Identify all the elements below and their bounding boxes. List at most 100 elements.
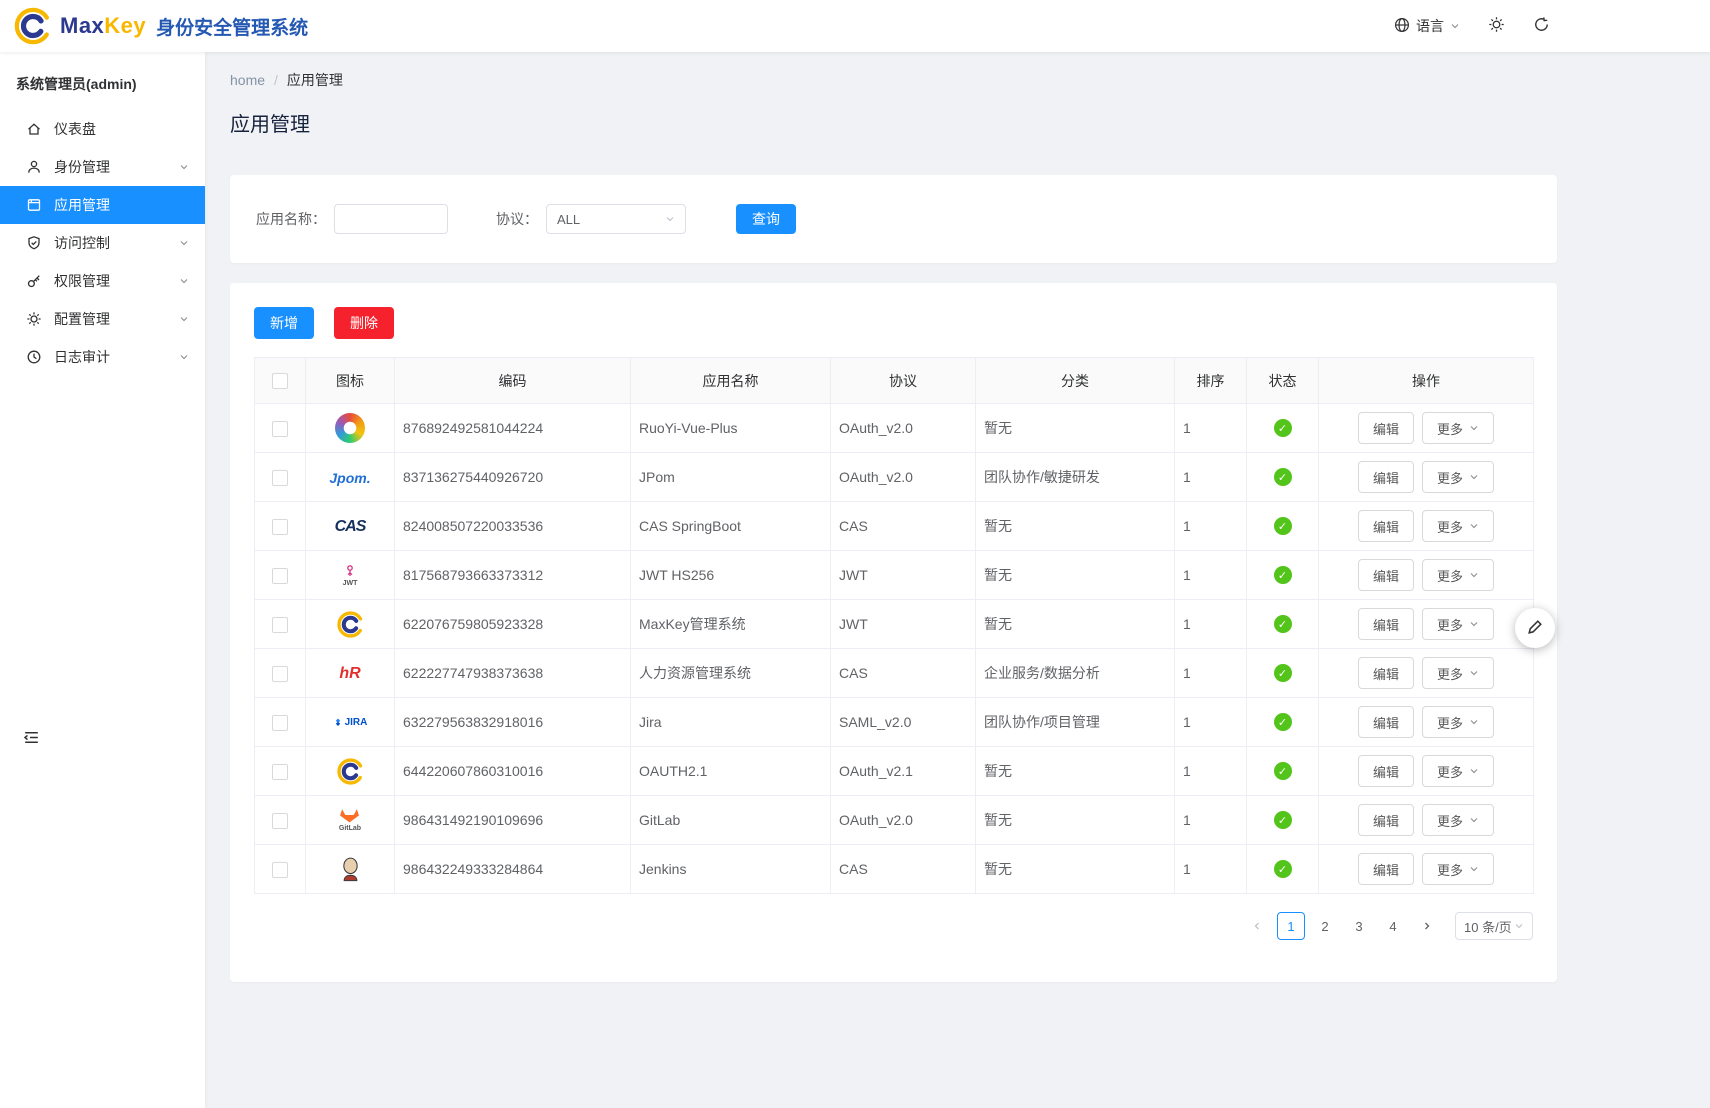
cell-actions: 编辑更多 bbox=[1319, 600, 1534, 649]
page-title: 应用管理 bbox=[230, 108, 1557, 137]
edit-button[interactable]: 编辑 bbox=[1358, 461, 1414, 493]
brand-name-max: Max bbox=[60, 13, 104, 39]
breadcrumb-home-link[interactable]: home bbox=[230, 72, 265, 88]
more-button[interactable]: 更多 bbox=[1422, 755, 1494, 787]
column-header-protocol: 协议 bbox=[831, 358, 976, 404]
sidebar-item-label: 身份管理 bbox=[54, 157, 179, 177]
cell-code: 986432249333284864 bbox=[395, 845, 631, 894]
cell-sort: 1 bbox=[1175, 649, 1247, 698]
cell-category: 暂无 bbox=[976, 404, 1175, 453]
more-button[interactable]: 更多 bbox=[1422, 804, 1494, 836]
more-button[interactable]: 更多 bbox=[1422, 412, 1494, 444]
access-control-icon bbox=[26, 235, 42, 251]
row-checkbox[interactable] bbox=[272, 715, 288, 731]
more-button[interactable]: 更多 bbox=[1422, 608, 1494, 640]
cell-icon: GitLab bbox=[306, 796, 395, 845]
chevron-down-icon bbox=[1450, 21, 1460, 31]
breadcrumb-separator: / bbox=[274, 72, 278, 88]
next-page-button[interactable] bbox=[1413, 912, 1441, 940]
sidebar-collapse-button[interactable] bbox=[22, 728, 41, 750]
sidebar-item-apps[interactable]: 应用管理 bbox=[0, 186, 205, 224]
row-checkbox[interactable] bbox=[272, 764, 288, 780]
delete-button[interactable]: 删除 bbox=[334, 307, 394, 339]
edit-button[interactable]: 编辑 bbox=[1358, 853, 1414, 885]
jwt-logo-icon: JWT bbox=[343, 564, 358, 587]
sidebar-item-config[interactable]: 配置管理 bbox=[0, 300, 205, 338]
edit-button[interactable]: 编辑 bbox=[1358, 755, 1414, 787]
page-size-select[interactable]: 10 条/页 bbox=[1455, 912, 1533, 940]
cell-actions: 编辑更多 bbox=[1319, 551, 1534, 600]
chevron-down-icon bbox=[1469, 423, 1479, 433]
logout-button[interactable] bbox=[1533, 16, 1550, 36]
brand[interactable]: MaxKey 身份安全管理系统 bbox=[14, 7, 308, 45]
row-checkbox[interactable] bbox=[272, 813, 288, 829]
sidebar-footer bbox=[22, 728, 41, 750]
more-button[interactable]: 更多 bbox=[1422, 706, 1494, 738]
row-checkbox[interactable] bbox=[272, 862, 288, 878]
more-button[interactable]: 更多 bbox=[1422, 559, 1494, 591]
more-button[interactable]: 更多 bbox=[1422, 510, 1494, 542]
chevron-down-icon bbox=[179, 276, 189, 286]
cell-category: 暂无 bbox=[976, 845, 1175, 894]
page-number-button[interactable]: 1 bbox=[1277, 912, 1305, 940]
chevron-down-icon bbox=[665, 214, 675, 224]
more-button[interactable]: 更多 bbox=[1422, 657, 1494, 689]
table-toolbar: 新增 删除 bbox=[254, 307, 1533, 339]
cell-actions: 编辑更多 bbox=[1319, 453, 1534, 502]
more-button[interactable]: 更多 bbox=[1422, 853, 1494, 885]
more-button[interactable]: 更多 bbox=[1422, 461, 1494, 493]
sidebar-item-identity[interactable]: 身份管理 bbox=[0, 148, 205, 186]
sidebar-item-permission[interactable]: 权限管理 bbox=[0, 262, 205, 300]
row-checkbox[interactable] bbox=[272, 470, 288, 486]
sidebar-item-access[interactable]: 访问控制 bbox=[0, 224, 205, 262]
hr-logo-icon: hR bbox=[339, 666, 360, 682]
sidebar-item-dashboard[interactable]: 仪表盘 bbox=[0, 110, 205, 148]
jpom-logo-icon: Jpom. bbox=[329, 471, 370, 485]
table-row: hR622227747938373638人力资源管理系统CAS企业服务/数据分析… bbox=[255, 649, 1534, 698]
edit-button[interactable]: 编辑 bbox=[1358, 559, 1414, 591]
language-switcher[interactable]: 语言 bbox=[1394, 16, 1460, 36]
cell-status: ✓ bbox=[1247, 796, 1319, 845]
cell-sort: 1 bbox=[1175, 404, 1247, 453]
row-checkbox[interactable] bbox=[272, 568, 288, 584]
cell-name: GitLab bbox=[631, 796, 831, 845]
cell-sort: 1 bbox=[1175, 453, 1247, 502]
edit-button[interactable]: 编辑 bbox=[1358, 706, 1414, 738]
page-number-button[interactable]: 3 bbox=[1345, 912, 1373, 940]
edit-button[interactable]: 编辑 bbox=[1358, 510, 1414, 542]
protocol-select[interactable]: ALL bbox=[546, 204, 686, 234]
cell-icon bbox=[306, 845, 395, 894]
sidebar-user: 系统管理员(admin) bbox=[0, 52, 205, 110]
table-row: JWT817568793663373312JWT HS256JWT暂无1✓编辑更… bbox=[255, 551, 1534, 600]
add-button[interactable]: 新增 bbox=[254, 307, 314, 339]
cell-status: ✓ bbox=[1247, 600, 1319, 649]
status-enabled-icon: ✓ bbox=[1274, 860, 1292, 878]
app-name-label: 应用名称： bbox=[256, 209, 326, 229]
edit-button[interactable]: 编辑 bbox=[1358, 804, 1414, 836]
edit-button[interactable]: 编辑 bbox=[1358, 608, 1414, 640]
edit-button[interactable]: 编辑 bbox=[1358, 412, 1414, 444]
search-button[interactable]: 查询 bbox=[736, 204, 796, 234]
floating-annotate-button[interactable] bbox=[1515, 608, 1555, 648]
jira-logo-icon: JIRA bbox=[333, 718, 368, 729]
sidebar-item-audit[interactable]: 日志审计 bbox=[0, 338, 205, 376]
select-all-checkbox[interactable] bbox=[272, 373, 288, 389]
row-checkbox[interactable] bbox=[272, 519, 288, 535]
app-name-input[interactable] bbox=[334, 204, 448, 234]
globe-icon bbox=[1394, 17, 1410, 36]
app-layout: 系统管理员(admin) 仪表盘身份管理应用管理访问控制权限管理配置管理日志审计… bbox=[0, 52, 1710, 1108]
cell-code: 644220607860310016 bbox=[395, 747, 631, 796]
row-checkbox[interactable] bbox=[272, 421, 288, 437]
page-number-button[interactable]: 2 bbox=[1311, 912, 1339, 940]
page-number-button[interactable]: 4 bbox=[1379, 912, 1407, 940]
row-checkbox[interactable] bbox=[272, 666, 288, 682]
cell-actions: 编辑更多 bbox=[1319, 845, 1534, 894]
cell-icon: JWT bbox=[306, 551, 395, 600]
row-checkbox[interactable] bbox=[272, 617, 288, 633]
chevron-down-icon bbox=[1469, 864, 1479, 874]
settings-button[interactable] bbox=[1488, 16, 1505, 36]
edit-button[interactable]: 编辑 bbox=[1358, 657, 1414, 689]
prev-page-button[interactable] bbox=[1243, 912, 1271, 940]
cell-icon bbox=[306, 404, 395, 453]
sidebar: 系统管理员(admin) 仪表盘身份管理应用管理访问控制权限管理配置管理日志审计 bbox=[0, 52, 205, 1108]
